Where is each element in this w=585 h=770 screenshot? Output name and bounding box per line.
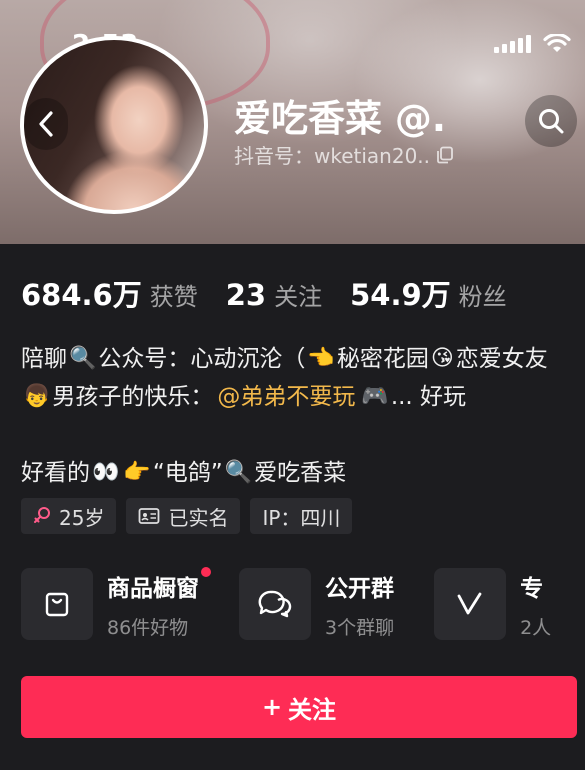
bio-text: 男孩子的快乐：: [52, 384, 214, 410]
age-tag: 25岁: [21, 498, 117, 534]
shop-window-text: 商品橱窗 86件好物: [107, 566, 211, 640]
id-card-icon: [139, 508, 160, 524]
likes-label: 获赞: [149, 283, 198, 311]
bio-line-1: 陪聊 🔍 公众号：心动沉沦（ 👈 秘密花园 😘 恋爱女友: [21, 340, 585, 378]
third-card[interactable]: 专 2人: [434, 568, 551, 640]
bio-text: ... 好玩: [390, 384, 467, 410]
follow-label: 关注: [288, 695, 337, 724]
profile-name: 爱吃香菜 @.: [234, 97, 446, 140]
pointing-hand-icon: 👈: [307, 346, 335, 371]
bio-text: 爱吃香菜: [254, 460, 347, 486]
likes-count[interactable]: 684.6万: [21, 272, 142, 314]
bio-line-3: 好看的 👀 👉 “电鸽” 🔍 爱吃香菜: [21, 454, 585, 492]
magnifier-icon: 🔍: [224, 460, 253, 485]
chevron-left-icon: [39, 111, 53, 137]
following-count[interactable]: 23: [226, 278, 266, 312]
bio: 陪聊 🔍 公众号：心动沉沦（ 👈 秘密花园 😘 恋爱女友 👦 男孩子的快乐： @…: [21, 340, 585, 492]
copy-icon[interactable]: [436, 146, 454, 164]
douyin-id: 抖音号：wketian20..: [234, 140, 454, 169]
verified-tag: 已实名: [126, 498, 241, 534]
bio-text: 恋爱女友: [455, 346, 548, 372]
profile-screen: 2:53 爱吃香菜 @. 抖音号：wketian20.. 684.6万: [0, 0, 585, 770]
magnifier-icon: 🔍: [69, 346, 97, 371]
notification-dot: [201, 566, 211, 577]
bio-line-2: 👦 男孩子的快乐： @弟弟不要玩 🎮 ... 好玩: [21, 378, 585, 416]
status-icons: [494, 34, 571, 54]
feature-cards: 商品橱窗 86件好物 公开群 3个群聊 专 2人: [21, 566, 585, 640]
eyes-icon: 👀: [92, 460, 120, 485]
bio-text: 好看的: [21, 460, 90, 486]
verified-label: 已实名: [168, 505, 229, 530]
info-tags: 25岁 已实名 IP：四川: [21, 498, 353, 534]
boy-face-icon: 👦: [23, 384, 51, 409]
shop-window-icon-box: [21, 568, 93, 640]
pointing-right-icon: 👉: [123, 460, 151, 485]
bio-text: “电鸽”: [152, 460, 223, 486]
followers-label: 粉丝: [458, 283, 507, 311]
followers-count[interactable]: 54.9万: [350, 272, 451, 314]
mention-link[interactable]: @弟弟不要玩: [217, 378, 355, 416]
bio-text: 公众号：心动沉沦（: [98, 346, 306, 372]
follow-button[interactable]: + 关注: [21, 676, 577, 738]
public-group-text: 公开群 3个群聊: [325, 569, 394, 640]
search-button[interactable]: [525, 95, 577, 147]
bio-text: 秘密花园: [336, 346, 429, 372]
douyin-id-text: 抖音号：wketian20..: [234, 144, 431, 168]
public-group-card[interactable]: 公开群 3个群聊: [239, 568, 394, 640]
shop-window-subtitle: 86件好物: [107, 616, 189, 639]
group-chat-icon: [258, 590, 292, 618]
search-icon: [539, 109, 564, 134]
age-label: 25岁: [59, 505, 105, 530]
public-group-icon-box: [239, 568, 311, 640]
following-label: 关注: [274, 283, 323, 311]
ip-label: IP：四川: [262, 505, 341, 530]
public-group-title: 公开群: [325, 575, 394, 602]
v-icon: [457, 592, 482, 615]
ip-tag: IP：四川: [250, 498, 353, 534]
female-icon: [34, 507, 50, 523]
shopping-bag-icon: [45, 592, 69, 617]
third-card-text: 专 2人: [520, 569, 551, 640]
back-button[interactable]: [24, 98, 68, 150]
cellular-signal-icon: [494, 35, 531, 53]
gamepad-icon: 🎮: [361, 384, 389, 409]
third-card-title: 专: [520, 575, 544, 602]
bio-text: 陪聊: [21, 346, 67, 372]
plus-icon: +: [261, 693, 283, 721]
shop-window-card[interactable]: 商品橱窗 86件好物: [21, 566, 211, 640]
kiss-face-icon: 😘: [430, 346, 454, 371]
shop-window-title: 商品橱窗: [107, 575, 199, 602]
stats-row: 684.6万 获赞 23 关注 54.9万 粉丝: [21, 272, 535, 314]
third-card-subtitle: 2人: [520, 616, 552, 639]
wifi-icon: [543, 34, 571, 52]
public-group-subtitle: 3个群聊: [325, 616, 395, 639]
third-card-icon-box: [434, 568, 507, 640]
